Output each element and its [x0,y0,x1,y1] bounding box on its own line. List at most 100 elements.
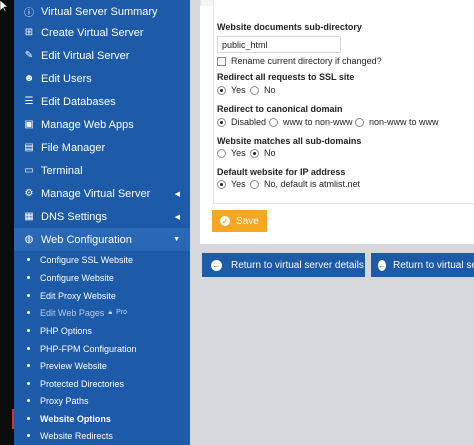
subitem-edit-proxy-website[interactable]: Edit Proxy Website [14,287,190,304]
ssl-no-radio[interactable] [250,85,259,95]
canonical-label: Redirect to canonical domain [217,104,343,114]
bullet-icon [27,347,30,350]
sidebar-item-label: Virtual Server Summary [41,5,158,18]
return-to-virtual-server-button[interactable]: ← Return to virtual se [371,253,474,277]
sidebar-item-label: Web Configuration [41,233,132,246]
chevron-down-icon: ▼ [173,236,180,243]
option-label: No [264,148,276,158]
ssl-yes-radio[interactable] [217,85,226,95]
subitem-php-fpm-configuration[interactable]: PHP-FPM Configuration [14,340,190,357]
rename-dir-checkbox-row[interactable]: Rename current directory if changed? [217,56,382,66]
subitem-label: Configure Website [40,272,114,283]
sidebar-item-manage-virtual-server[interactable]: ⚙ Manage Virtual Server ◀ [14,182,190,205]
canon-nonwww-to-www-option[interactable]: non-www to www [355,117,439,127]
subdir-label: Website documents sub-directory [217,22,362,32]
return-to-server-details-button[interactable]: ← Return to virtual server details [202,253,365,277]
terminal-icon: ▭ [24,165,34,176]
sidebar-item-label: Terminal [41,164,83,177]
subdir-input[interactable]: public_html [217,36,341,53]
file-icon: ▤ [24,142,34,153]
dns-icon: ▦ [24,211,34,222]
return-label: Return to virtual se [393,259,474,271]
subitem-preview-website[interactable]: Preview Website [14,357,190,374]
sidebar-item-create-virtual-server[interactable]: ⊞ Create Virtual Server [14,21,190,44]
sidebar-item-edit-databases[interactable]: ☰ Edit Databases [14,90,190,113]
subitem-website-redirects[interactable]: Website Redirects [14,427,190,444]
sidebar-item-edit-users[interactable]: ☻ Edit Users [14,67,190,90]
sidebar-item-virtual-server-summary[interactable]: ⓘ Virtual Server Summary [14,0,190,23]
sidebar-item-terminal[interactable]: ▭ Terminal [14,159,190,182]
arrow-left-icon: ← [378,259,386,271]
subitem-label: Proxy Paths [40,395,89,406]
subitem-proxy-paths[interactable]: Proxy Paths [14,392,190,409]
save-label: Save [236,215,259,227]
subitem-label: Website Options [40,413,111,424]
sidebar-item-label: DNS Settings [41,210,108,223]
bullet-icon [27,294,30,297]
option-label: Yes [231,148,246,158]
left-gutter [0,0,15,445]
sidebar: ⓘ Virtual Server Summary ⊞ Create Virtua… [14,0,190,445]
return-label: Return to virtual server details [231,259,364,271]
edit-icon: ✎ [24,50,34,61]
ip-no-radio[interactable] [250,179,259,189]
canon-disabled-option[interactable]: Disabled [217,117,266,127]
ssl-yes-option[interactable]: Yes [217,85,246,95]
info-icon: ⓘ [24,8,34,19]
bullet-icon [27,276,30,279]
bullet-icon [27,258,30,261]
bullet-icon [27,417,30,420]
bullet-icon [27,434,30,437]
sidebar-item-manage-web-apps[interactable]: ▣ Manage Web Apps [14,113,190,136]
option-label: Yes [231,179,246,189]
canon-disabled-radio[interactable] [217,117,226,127]
pro-badge: Pro [116,309,128,316]
subitem-configure-ssl-website[interactable]: Configure SSL Website [14,251,190,268]
bullet-icon [27,399,30,402]
sub-yes-option[interactable]: Yes [217,148,246,158]
sidebar-item-web-configuration[interactable]: ◍ Web Configuration ▼ [14,228,190,251]
rename-checkbox[interactable] [217,56,226,66]
canon-www-to-nonwww-radio[interactable] [269,117,278,127]
subitem-edit-web-pages: Edit Web Pages 🔒︎ Pro [14,304,190,321]
subitem-label: Edit Web Pages [40,307,105,318]
subitem-label: PHP-FPM Configuration [40,343,137,354]
save-button[interactable]: ✓ Save [212,210,267,232]
ip-yes-radio[interactable] [217,179,226,189]
mouse-cursor-icon [0,0,8,12]
globe-icon: ◍ [24,234,34,245]
sidebar-item-label: File Manager [41,141,106,154]
subitem-label: PHP Options [40,325,92,336]
subitem-protected-directories[interactable]: Protected Directories [14,375,190,392]
ssl-no-option[interactable]: No [250,85,276,95]
option-label: non-www to www [369,117,439,127]
arrow-left-icon: ← [211,259,222,271]
bullet-icon [27,364,30,367]
canon-nonwww-to-www-radio[interactable] [355,117,364,127]
sub-no-option[interactable]: No [250,148,276,158]
sidebar-item-label: Edit Users [41,72,92,85]
sidebar-item-dns-settings[interactable]: ▦ DNS Settings ◀ [14,205,190,228]
chevron-left-icon: ◀ [174,190,180,198]
plus-icon: ⊞ [24,27,34,38]
options-panel: Website documents sub-directory public_h… [200,0,474,244]
check-circle-icon: ✓ [220,216,230,226]
sidebar-item-label: Edit Virtual Server [41,49,130,62]
ip-yes-option[interactable]: Yes [217,179,246,189]
subitem-label: Website Redirects [40,430,113,441]
ip-no-option[interactable]: No, default is atmlist.net [250,179,360,189]
sidebar-item-edit-virtual-server[interactable]: ✎ Edit Virtual Server [14,44,190,67]
option-label: No, default is atmlist.net [264,179,361,189]
sidebar-item-file-manager[interactable]: ▤ File Manager [14,136,190,159]
canon-www-to-nonwww-option[interactable]: www to non-www [269,117,353,127]
sidebar-item-label: Edit Databases [41,95,116,108]
sub-no-radio[interactable] [250,148,259,158]
apps-icon: ▣ [24,119,34,130]
option-label: www to non-www [283,117,353,127]
subitem-website-options[interactable]: Website Options [14,410,190,427]
subitem-configure-website[interactable]: Configure Website [14,269,190,286]
option-label: Yes [231,85,246,95]
subitem-php-options[interactable]: PHP Options [14,322,190,339]
sub-yes-radio[interactable] [217,148,226,158]
user-icon: ☻ [23,73,35,84]
